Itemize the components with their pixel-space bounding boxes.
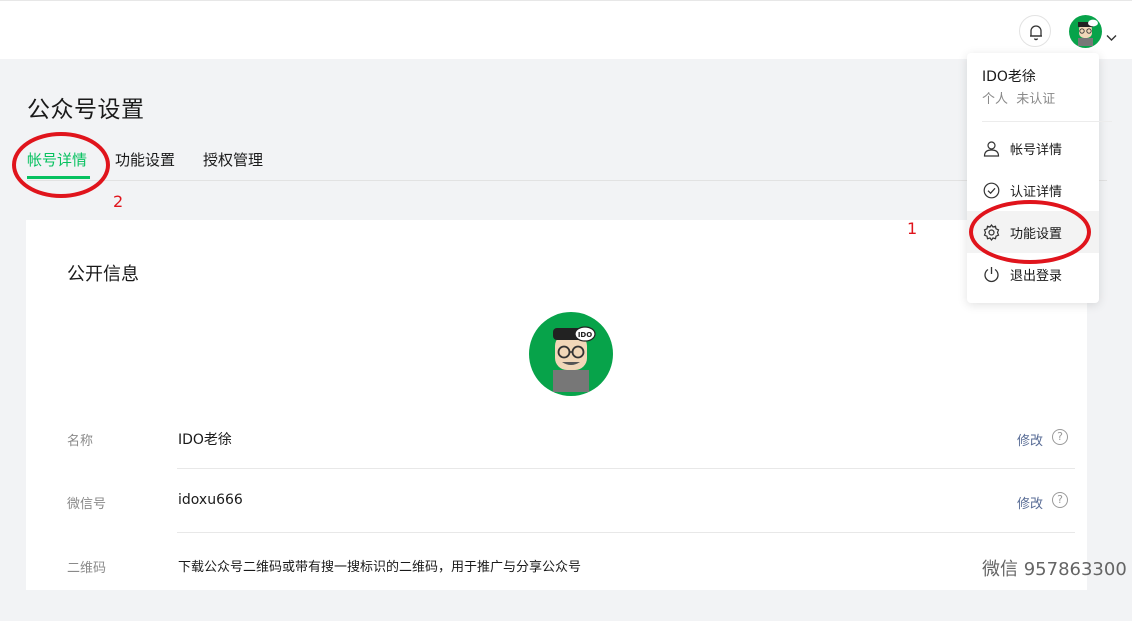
public-info-card: 公开信息 IDO 名称 IDO老徐 修改 ? 微信号 idoxu666 修改 ?… — [26, 220, 1087, 590]
annotation-circle-tab — [12, 132, 110, 198]
menu-item-account-details[interactable]: 帐号详情 — [967, 127, 1099, 169]
top-bar — [0, 0, 1132, 59]
edit-name-link[interactable]: 修改 — [1017, 430, 1043, 449]
dropdown-account-name: IDO老徐 — [982, 69, 1036, 85]
row-value: 下载公众号二维码或带有搜一搜标识的二维码，用于推广与分享公众号 — [178, 560, 582, 575]
tab-function-settings[interactable]: 功能设置 — [115, 149, 175, 170]
card-title: 公开信息 — [67, 264, 139, 285]
verify-status: 未认证 — [1016, 92, 1056, 107]
menu-item-label: 认证详情 — [1010, 185, 1063, 200]
row-divider — [177, 468, 1075, 469]
tab-bar: 帐号详情 功能设置 授权管理 — [27, 147, 1107, 181]
account-type: 个人 — [982, 92, 1009, 107]
menu-item-label: 退出登录 — [1010, 269, 1063, 284]
menu-item-label: 帐号详情 — [1010, 143, 1063, 158]
row-divider — [177, 532, 1075, 533]
bell-icon[interactable] — [1019, 15, 1051, 47]
chevron-down-icon[interactable] — [1106, 27, 1117, 46]
annotation-circle-menu — [969, 200, 1091, 264]
annotation-number-1: 1 — [907, 219, 918, 238]
user-icon — [983, 141, 1000, 157]
row-value: idoxu666 — [178, 492, 243, 508]
watermark-text: 微信 957863300 — [982, 559, 1127, 580]
help-icon[interactable]: ? — [1052, 429, 1068, 445]
avatar-icon[interactable] — [1069, 15, 1102, 48]
power-icon — [984, 267, 999, 283]
page-title: 公众号设置 — [27, 97, 145, 123]
annotation-number-2: 2 — [113, 192, 124, 211]
row-qrcode: 二维码 下载公众号二维码或带有搜一搜标识的二维码，用于推广与分享公众号 — [67, 557, 1075, 621]
svg-text:IDO: IDO — [578, 331, 592, 339]
row-name: 名称 IDO老徐 修改 ? — [67, 429, 1075, 494]
dropdown-divider — [982, 121, 1112, 122]
tab-authorization[interactable]: 授权管理 — [203, 149, 263, 170]
edit-wechat-id-link[interactable]: 修改 — [1017, 493, 1043, 512]
account-avatar: IDO — [529, 312, 613, 396]
dropdown-account-status: 个人 未认证 — [982, 88, 1055, 107]
account-dropdown-menu: IDO老徐 个人 未认证 帐号详情 认证详情 功能设置 退出登录 — [967, 53, 1112, 303]
row-label: 微信号 — [67, 497, 107, 512]
row-wechat-id: 微信号 idoxu666 修改 ? — [67, 492, 1075, 557]
row-value: IDO老徐 — [178, 432, 232, 448]
check-circle-icon — [983, 182, 1000, 199]
row-label: 二维码 — [67, 561, 107, 576]
row-label: 名称 — [67, 434, 94, 449]
help-icon[interactable]: ? — [1052, 492, 1068, 508]
